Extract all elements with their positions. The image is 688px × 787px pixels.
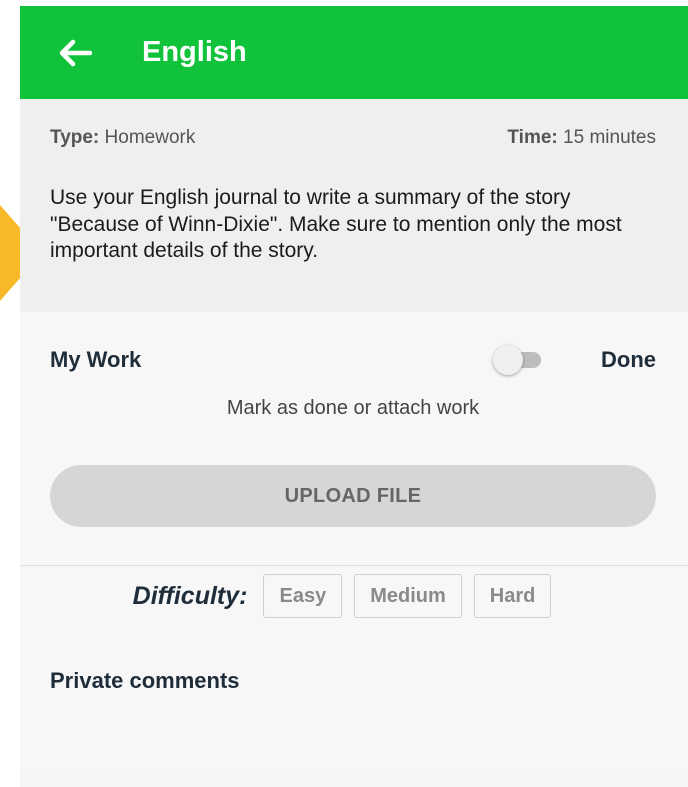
work-hint: Mark as done or attach work — [226, 397, 480, 419]
my-work-section: My Work Done Mark as done or attach work… — [20, 312, 688, 774]
difficulty-medium-button[interactable]: Medium — [354, 574, 462, 618]
done-control: Done — [493, 344, 656, 375]
time-label: Time: — [507, 127, 558, 148]
my-work-header: My Work Done — [50, 312, 656, 407]
app-bar: English — [20, 6, 688, 99]
comments-area[interactable] — [50, 694, 656, 774]
done-toggle[interactable] — [493, 344, 545, 375]
time-field: Time: 15 minutes — [507, 127, 656, 149]
type-value: Homework — [104, 127, 196, 148]
time-value: 15 minutes — [563, 127, 656, 148]
upload-file-button[interactable]: UPLOAD FILE — [50, 465, 656, 527]
difficulty-selector: Difficulty: Easy Medium Hard — [40, 566, 656, 622]
done-label: Done — [601, 346, 656, 372]
private-comments-label: Private comments — [50, 668, 240, 693]
difficulty-easy-button[interactable]: Easy — [263, 574, 343, 618]
difficulty-hard-button[interactable]: Hard — [473, 574, 552, 618]
difficulty-label: Difficulty: — [132, 581, 248, 610]
page-title: English — [142, 36, 247, 68]
meta-row: Type: Homework Time: 15 minutes — [50, 127, 656, 149]
arrow-left-icon[interactable] — [58, 39, 93, 67]
my-work-label: My Work — [50, 346, 142, 372]
toggle-knob — [493, 344, 523, 375]
assignment-screen: English Type: Homework Time: 15 minutes … — [20, 6, 688, 787]
type-label: Type: — [50, 127, 100, 148]
assignment-description: Use your English journal to write a summ… — [50, 186, 622, 263]
type-field: Type: Homework — [50, 127, 195, 149]
assignment-info: Type: Homework Time: 15 minutes Use your… — [20, 99, 688, 312]
